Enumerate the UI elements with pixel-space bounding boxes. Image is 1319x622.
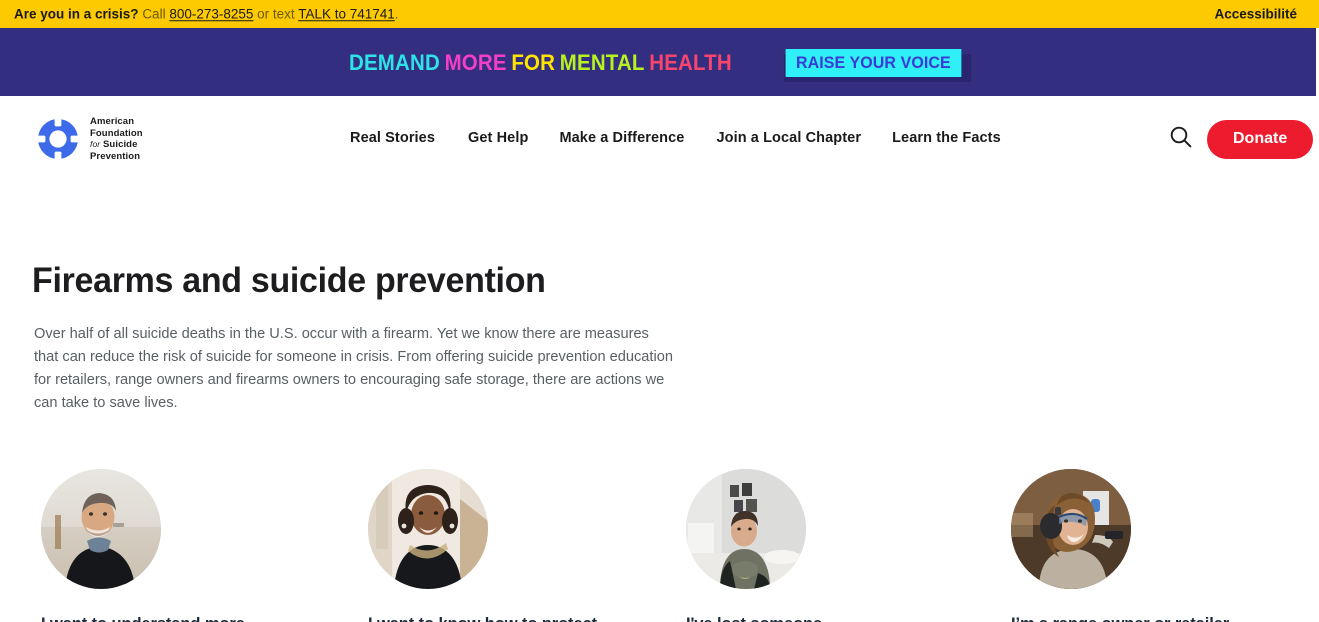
afsp-logo[interactable]: American Foundation for Suicide Preventi…	[36, 116, 143, 162]
logo-line-1: American	[90, 116, 135, 127]
woman-at-shooting-range-photo	[1011, 469, 1131, 589]
logo-line-4: Prevention	[90, 150, 141, 162]
campaign-word-3: FOR	[511, 50, 556, 75]
crisis-period: .	[394, 6, 399, 22]
donate-button[interactable]: Donate	[1207, 120, 1314, 159]
campaign-banner: DEMAND MORE FOR MENTAL HEALTH RAISE YOUR VOI…	[0, 28, 1316, 96]
raise-your-voice-wrapper: RAISE YOUR VOICE	[780, 49, 971, 82]
logo-line-3: for Suicide	[90, 139, 143, 151]
page-root: Are you in a crisis? Call 800-273-8255 o…	[0, 0, 1319, 622]
intro-paragraph: Over half of all suicide deaths in the U…	[34, 325, 673, 412]
nav-item-join-a-local-chapter[interactable]: Join a Local Chapter	[716, 129, 861, 147]
search-icon[interactable]	[1168, 124, 1194, 150]
page-title: Firearms and suicide prevention	[32, 261, 546, 301]
crisis-or-text-label: or text	[253, 6, 299, 22]
crisis-question: Are you in a crisis?	[14, 6, 139, 22]
campaign-word-1: DEMAND	[349, 50, 441, 75]
card-title: I want to understand more	[41, 614, 341, 622]
crisis-call-label: Call	[142, 6, 166, 22]
logo-wordmark: American Foundation for Suicide Preventi…	[90, 116, 143, 162]
nav-item-get-help[interactable]: Get Help	[468, 129, 528, 147]
crisis-text-link[interactable]: TALK to 741741	[298, 6, 395, 21]
nav-item-make-a-difference[interactable]: Make a Difference	[559, 129, 684, 147]
life-ring-icon	[36, 117, 80, 161]
logo-for-word: for	[90, 139, 101, 149]
logo-line-2: Foundation	[90, 127, 143, 139]
campaign-word-4: MENTAL	[560, 50, 645, 75]
card-title: I want to know how to protect	[368, 614, 668, 622]
nav-item-real-stories[interactable]: Real Stories	[350, 129, 435, 147]
accessibility-link[interactable]: Accessibilité	[1214, 7, 1297, 21]
topic-card[interactable]: I want to understand more	[41, 469, 341, 622]
crisis-phone-link[interactable]: 800-273-8255	[169, 6, 253, 21]
topic-cards: I want to understand more	[0, 469, 1319, 622]
main-navigation: Real Stories Get Help Make a Difference …	[350, 129, 1001, 147]
card-title: I’m a range owner or retailer	[1011, 614, 1311, 622]
nav-item-learn-the-facts[interactable]: Learn the Facts	[892, 129, 1001, 147]
card-title: I've lost someone	[686, 614, 986, 622]
smiling-woman-photo	[368, 469, 488, 589]
campaign-word-5: HEALTH	[649, 50, 733, 75]
raise-your-voice-button[interactable]: RAISE YOUR VOICE	[785, 49, 962, 77]
man-sitting-on-bed-photo	[686, 469, 806, 589]
topic-card[interactable]: I've lost someone	[686, 469, 986, 622]
crisis-message: Are you in a crisis? Call 800-273-8255 o…	[14, 7, 399, 21]
campaign-word-2: MORE	[444, 50, 508, 75]
man-on-beach-photo	[41, 469, 161, 589]
topic-card[interactable]: I’m a range owner or retailer	[1011, 469, 1311, 622]
campaign-inner: DEMAND MORE FOR MENTAL HEALTH RAISE YOUR VOI…	[349, 49, 971, 82]
logo-suicide-word: Suicide	[102, 139, 138, 150]
campaign-headline: DEMAND MORE FOR MENTAL HEALTH	[349, 52, 736, 74]
crisis-banner: Are you in a crisis? Call 800-273-8255 o…	[0, 0, 1319, 28]
topic-card[interactable]: I want to know how to protect	[368, 469, 668, 622]
